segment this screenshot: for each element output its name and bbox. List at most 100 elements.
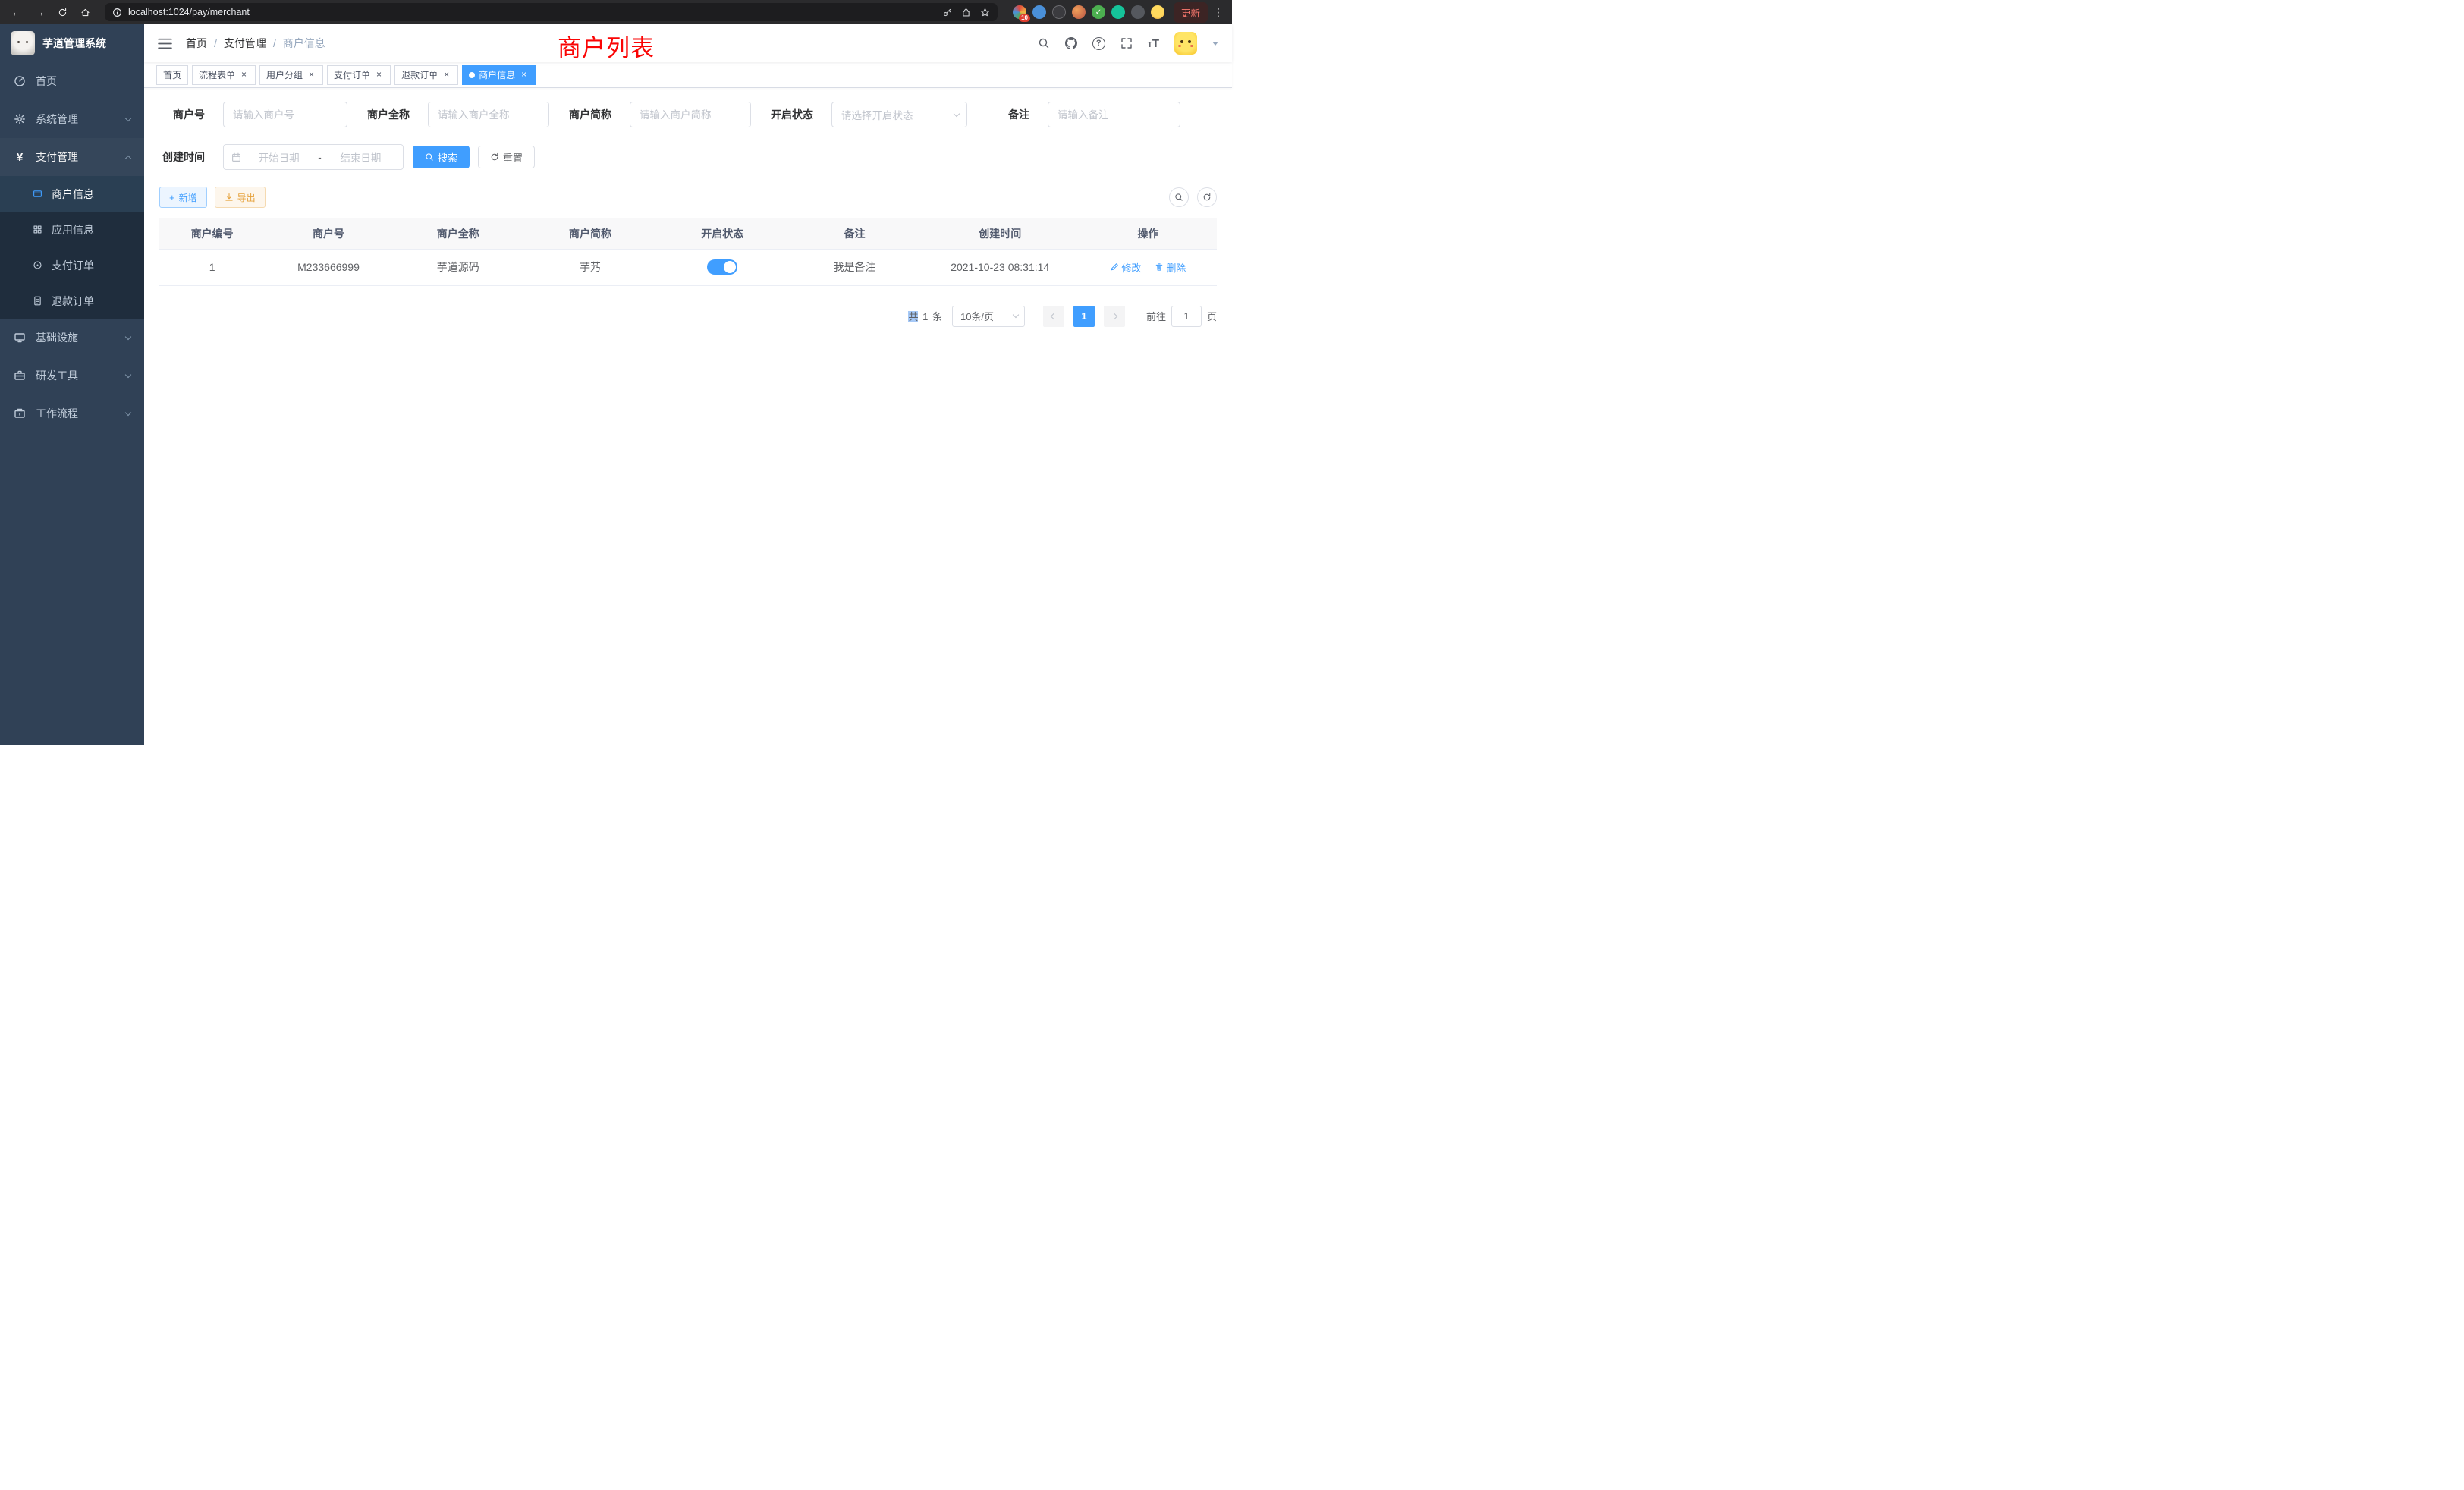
bookmark-star-icon[interactable]: [980, 8, 990, 17]
sidebar-item-dev-tools[interactable]: 研发工具: [0, 357, 144, 395]
add-button[interactable]: + 新增: [159, 187, 207, 208]
export-button[interactable]: 导出: [215, 187, 266, 208]
full-name-input[interactable]: [428, 102, 549, 127]
col-create-time: 创建时间: [921, 218, 1080, 249]
fullscreen-icon[interactable]: [1120, 37, 1133, 49]
toolbox-icon: [14, 369, 26, 382]
help-icon[interactable]: ?: [1092, 37, 1105, 50]
chevron-left-icon: [1051, 313, 1057, 319]
order-circle-icon: [32, 260, 43, 270]
sidebar-item-merchant-info[interactable]: 商户信息: [0, 176, 144, 212]
status-select[interactable]: 请选择开启状态: [831, 102, 967, 127]
extension-icon-4[interactable]: [1072, 5, 1086, 19]
sidebar-item-payment[interactable]: ¥ 支付管理: [0, 138, 144, 176]
tab-process-form[interactable]: 流程表单 ×: [192, 65, 256, 85]
site-info-icon[interactable]: [112, 8, 122, 17]
status-toggle[interactable]: [707, 259, 737, 275]
active-tab-dot: [469, 72, 475, 78]
cell-full-name: 芋道源码: [392, 249, 524, 285]
share-icon[interactable]: [961, 8, 971, 17]
tab-user-group[interactable]: 用户分组 ×: [259, 65, 323, 85]
tab-close-icon[interactable]: ×: [239, 70, 249, 80]
remark-input[interactable]: [1048, 102, 1180, 127]
browser-forward-button[interactable]: →: [30, 3, 49, 21]
hamburger-icon[interactable]: [158, 38, 172, 49]
extension-icon-8[interactable]: [1151, 5, 1164, 19]
pagination-page-1[interactable]: 1: [1073, 306, 1095, 327]
tab-refund-order[interactable]: 退款订单 ×: [394, 65, 458, 85]
url-bar-actions: [942, 8, 990, 17]
tab-close-icon[interactable]: ×: [442, 70, 451, 80]
cell-create-time: 2021-10-23 08:31:14: [921, 249, 1080, 285]
sidebar-item-system[interactable]: 系统管理: [0, 100, 144, 138]
breadcrumb-payment[interactable]: 支付管理: [224, 36, 266, 51]
browser-home-button[interactable]: [76, 3, 94, 21]
chevron-down-icon: [125, 409, 131, 415]
app-logo[interactable]: 芋道管理系统: [0, 24, 144, 62]
download-icon: [225, 193, 234, 202]
sidebar-item-infrastructure[interactable]: 基础设施: [0, 319, 144, 357]
page-size-select[interactable]: 10条/页: [952, 306, 1025, 327]
search-button[interactable]: 搜索: [413, 146, 470, 168]
extension-icon-6[interactable]: [1111, 5, 1125, 19]
annotation-merchant-list: 商户列表: [558, 29, 655, 63]
merchant-no-input[interactable]: [223, 102, 347, 127]
goto-page-input[interactable]: [1171, 306, 1202, 327]
submenu-label: 支付订单: [52, 258, 94, 273]
sidebar-item-pay-order[interactable]: 支付订单: [0, 247, 144, 283]
avatar-dropdown-caret-icon[interactable]: [1212, 42, 1218, 46]
short-name-input[interactable]: [630, 102, 751, 127]
refresh-table-button[interactable]: [1197, 187, 1217, 207]
tab-close-icon[interactable]: ×: [519, 70, 529, 80]
table-header: 商户编号 商户号 商户全称 商户简称 开启状态 备注 创建时间 操作: [159, 218, 1217, 249]
date-end-placeholder: 结束日期: [326, 149, 395, 165]
password-key-icon[interactable]: [942, 8, 952, 17]
extension-icon-2[interactable]: [1032, 5, 1046, 19]
delete-link[interactable]: 删除: [1155, 260, 1186, 275]
tab-close-icon[interactable]: ×: [374, 70, 384, 80]
sidebar-item-refund-order[interactable]: 退款订单: [0, 283, 144, 319]
tab-close-icon[interactable]: ×: [306, 70, 316, 80]
content-area: 商户号 商户全称 商户简称 开启状态 请选择开启状态: [144, 88, 1232, 745]
sidebar-item-home[interactable]: 首页: [0, 62, 144, 100]
date-range-picker[interactable]: 开始日期 - 结束日期: [223, 144, 404, 170]
main-area: 商户列表 首页 / 支付管理 / 商户信息 ?: [144, 24, 1232, 745]
tab-merchant-info[interactable]: 商户信息 ×: [462, 65, 536, 85]
font-size-icon[interactable]: TT: [1148, 38, 1159, 49]
search-icon[interactable]: [1038, 37, 1050, 49]
sidebar-item-app-info[interactable]: 应用信息: [0, 212, 144, 247]
sidebar-item-workflow[interactable]: 工作流程: [0, 395, 144, 432]
page-unit-label: 页: [1207, 309, 1217, 323]
edit-link[interactable]: 修改: [1110, 260, 1141, 275]
github-icon[interactable]: [1065, 37, 1077, 49]
full-name-label: 商户全称: [364, 107, 410, 122]
user-avatar[interactable]: [1174, 32, 1197, 55]
extension-icon-3[interactable]: [1052, 5, 1066, 19]
filter-remark: 备注: [984, 102, 1180, 127]
reset-button-label: 重置: [503, 150, 523, 165]
search-button-label: 搜索: [438, 150, 457, 165]
extension-icon-1[interactable]: 10: [1013, 5, 1026, 19]
status-select-placeholder: 请选择开启状态: [841, 107, 913, 122]
browser-url-bar[interactable]: localhost:1024/pay/merchant: [105, 3, 998, 21]
browser-update-button[interactable]: 更新: [1174, 2, 1208, 23]
reset-button[interactable]: 重置: [478, 146, 535, 168]
browser-back-button[interactable]: ←: [8, 3, 26, 21]
extension-icon-7[interactable]: [1131, 5, 1145, 19]
home-icon: [80, 8, 90, 17]
pagination-next-button[interactable]: [1104, 306, 1125, 327]
cell-status: [656, 249, 788, 285]
goto-label: 前往: [1146, 309, 1166, 323]
extension-icon-5[interactable]: ✓: [1092, 5, 1105, 19]
pagination: 共 1 条 10条/页 1 前往 页: [159, 306, 1217, 327]
browser-menu-icon[interactable]: ⋮: [1212, 6, 1224, 19]
tab-pay-order[interactable]: 支付订单 ×: [327, 65, 391, 85]
breadcrumb-home[interactable]: 首页: [186, 36, 207, 51]
short-name-label: 商户简称: [566, 107, 611, 122]
add-button-label: 新增: [179, 191, 197, 204]
pagination-prev-button[interactable]: [1043, 306, 1064, 327]
create-time-label: 创建时间: [159, 149, 205, 165]
tab-home[interactable]: 首页: [156, 65, 188, 85]
browser-reload-button[interactable]: [53, 3, 71, 21]
toggle-search-button[interactable]: [1169, 187, 1189, 207]
